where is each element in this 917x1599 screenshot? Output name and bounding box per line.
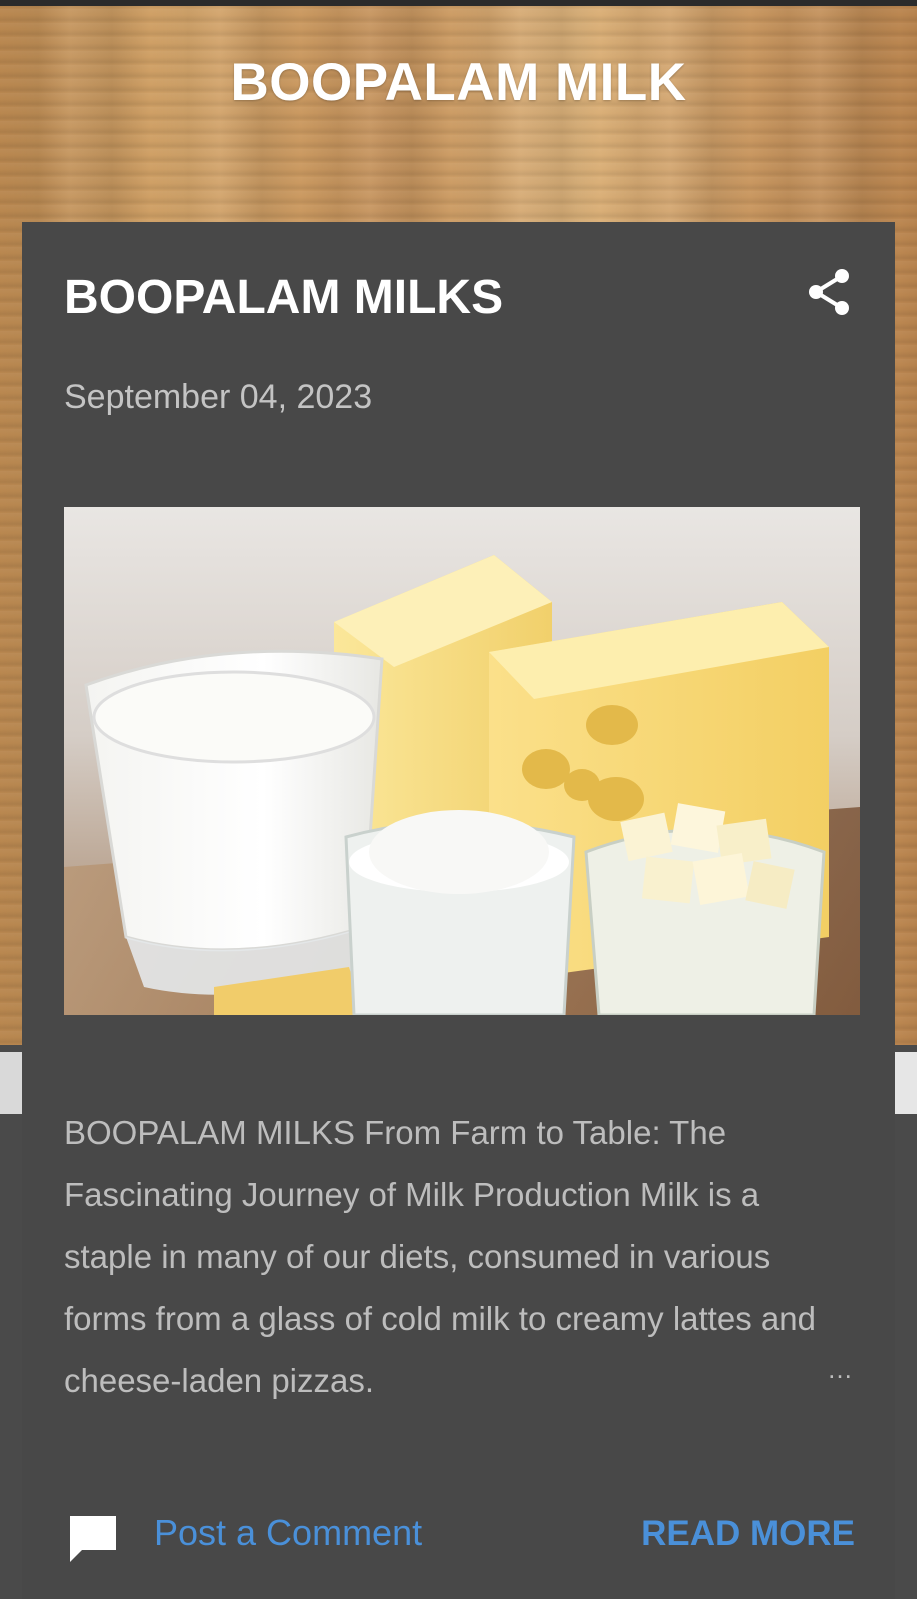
left-edge xyxy=(0,1045,22,1599)
post-snippet: BOOPALAM MILKS From Farm to Table: The F… xyxy=(64,1114,816,1399)
read-more-link[interactable]: READ MORE xyxy=(641,1514,855,1554)
blog-title[interactable]: BOOPALAM MILK xyxy=(0,52,917,113)
post-comment-link[interactable]: Post a Comment xyxy=(154,1512,422,1554)
right-edge-highlight xyxy=(895,1052,917,1114)
right-edge xyxy=(895,1045,917,1599)
dairy-products-image[interactable] xyxy=(64,507,860,1015)
post-title[interactable]: BOOPALAM MILKS xyxy=(64,270,503,325)
comment-icon[interactable] xyxy=(66,1510,120,1564)
post-date: September 04, 2023 xyxy=(64,378,373,416)
left-edge-highlight xyxy=(0,1052,22,1114)
top-edge xyxy=(0,0,917,6)
share-icon[interactable] xyxy=(802,264,858,320)
post-card: BOOPALAM MILKS September 04, 2023 BOOPAL… xyxy=(22,222,895,1599)
blog-page: BOOPALAM MILK BOOPALAM MILKS September 0… xyxy=(0,0,917,1599)
snippet-ellipsis: … xyxy=(827,1354,854,1384)
